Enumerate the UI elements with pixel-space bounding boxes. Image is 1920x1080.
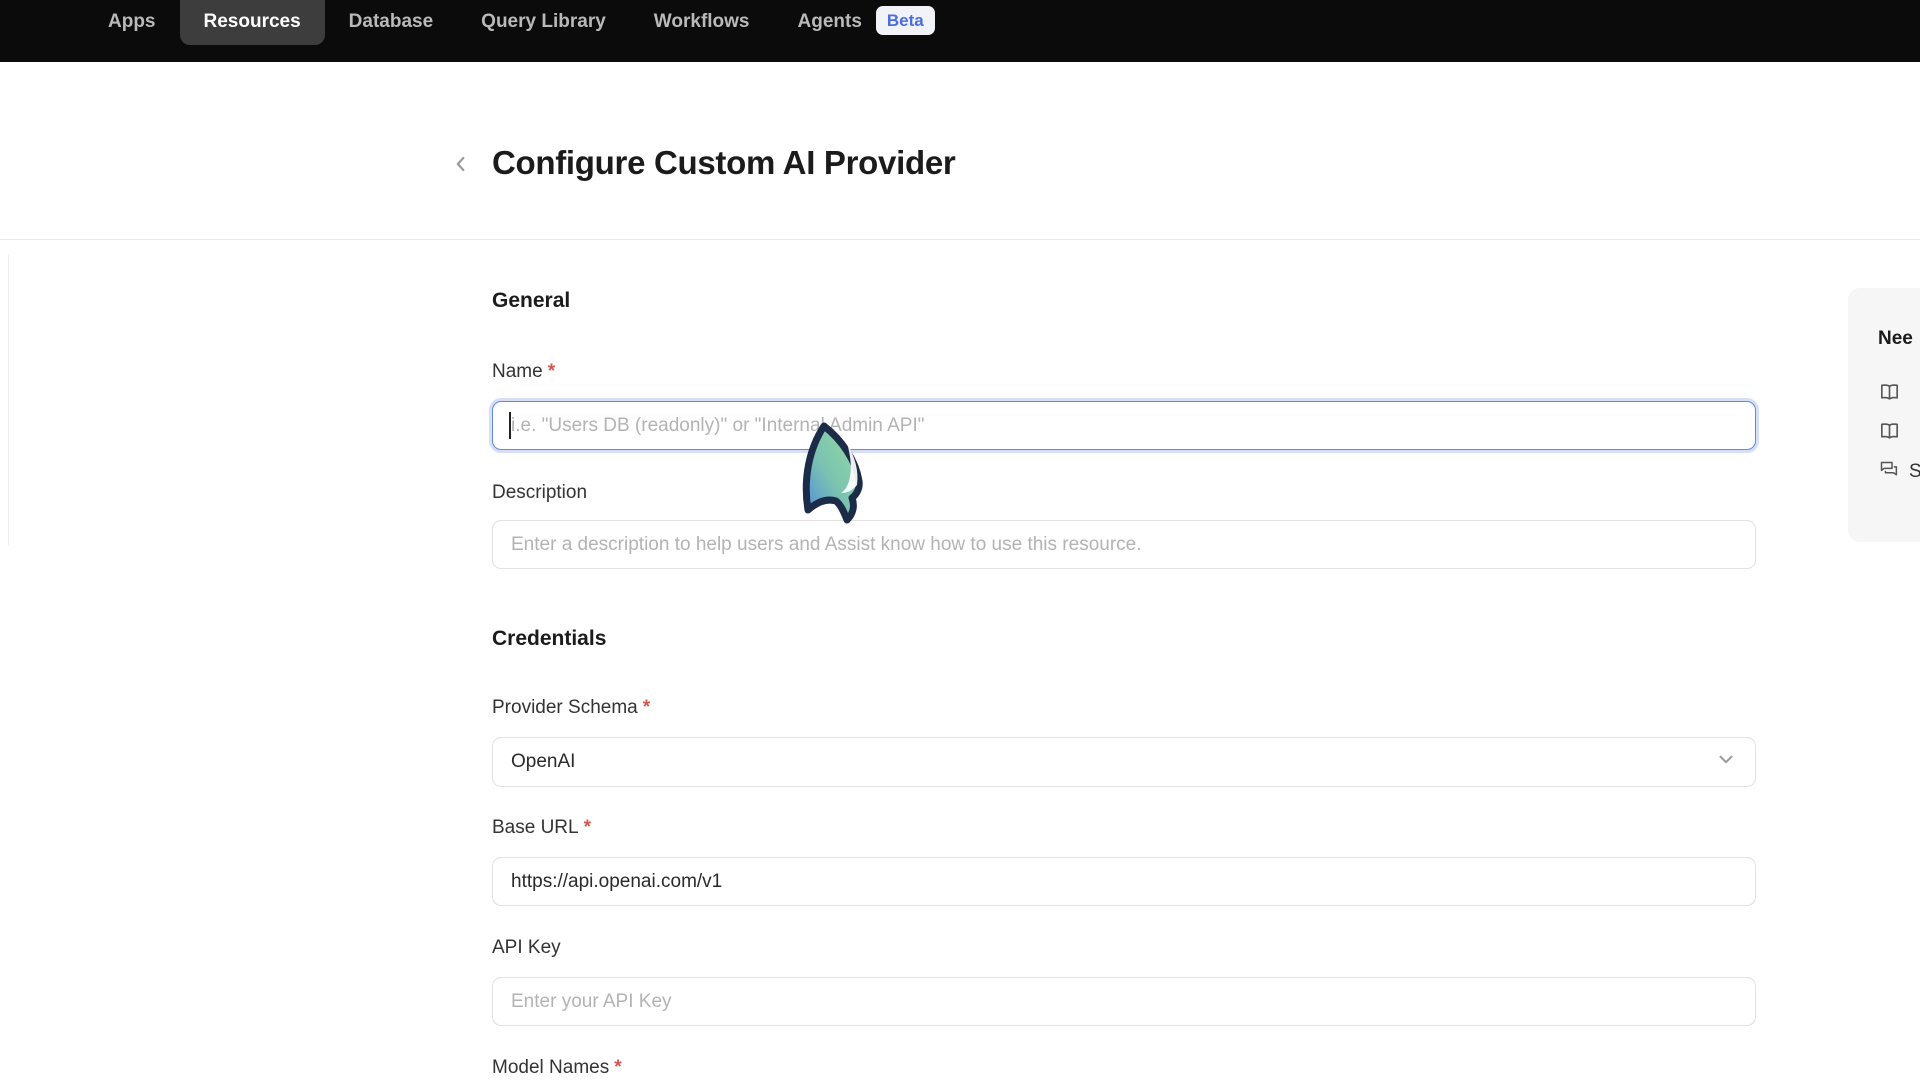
left-card-edge [8, 255, 9, 545]
chevron-left-icon [450, 153, 472, 180]
nav-tab-workflows[interactable]: Workflows [630, 0, 774, 35]
page-title: Configure Custom AI Provider [492, 143, 955, 183]
nav-tab-query-library[interactable]: Query Library [457, 0, 630, 35]
name-input[interactable] [492, 401, 1756, 450]
help-link-docs-2[interactable] [1878, 420, 1901, 448]
api-key-input[interactable] [492, 977, 1756, 1026]
provider-schema-value: OpenAI [511, 751, 575, 773]
nav-tab-agents[interactable]: Agents [774, 0, 866, 35]
chat-bubbles-icon [1878, 459, 1899, 485]
open-book-icon [1878, 381, 1901, 409]
help-panel-heading: Nee [1878, 328, 1913, 350]
beta-badge: Beta [876, 6, 935, 35]
nav-tab-database[interactable]: Database [325, 0, 458, 35]
nav-tab-resources[interactable]: Resources [180, 0, 325, 45]
help-support-label: S [1909, 461, 1920, 483]
chevron-down-icon [1715, 748, 1737, 776]
description-label: Description [492, 481, 1092, 505]
help-panel: Nee S [1848, 288, 1920, 542]
nav-tab-apps[interactable]: Apps [84, 0, 180, 35]
header-divider [0, 239, 1920, 240]
credentials-section-heading: Credentials [492, 626, 1092, 652]
model-names-label: Model Names* [492, 1056, 1092, 1080]
back-button[interactable] [447, 152, 475, 180]
provider-schema-label: Provider Schema* [492, 696, 1092, 720]
text-caret [509, 412, 511, 439]
general-section-heading: General [492, 288, 1092, 314]
base-url-input[interactable] [492, 857, 1756, 906]
open-book-icon [1878, 420, 1901, 448]
required-asterisk: * [584, 817, 591, 838]
required-asterisk: * [643, 697, 650, 718]
top-navigation-bar: Apps Resources Database Query Library Wo… [0, 0, 1920, 62]
help-link-support[interactable]: S [1878, 459, 1920, 485]
provider-schema-select[interactable]: OpenAI [492, 737, 1756, 787]
required-asterisk: * [614, 1057, 621, 1078]
name-label: Name* [492, 360, 1092, 384]
description-input[interactable] [492, 520, 1756, 569]
help-link-docs-1[interactable] [1878, 381, 1901, 409]
api-key-label: API Key [492, 936, 1092, 960]
required-asterisk: * [548, 361, 555, 382]
base-url-label: Base URL* [492, 816, 1092, 840]
